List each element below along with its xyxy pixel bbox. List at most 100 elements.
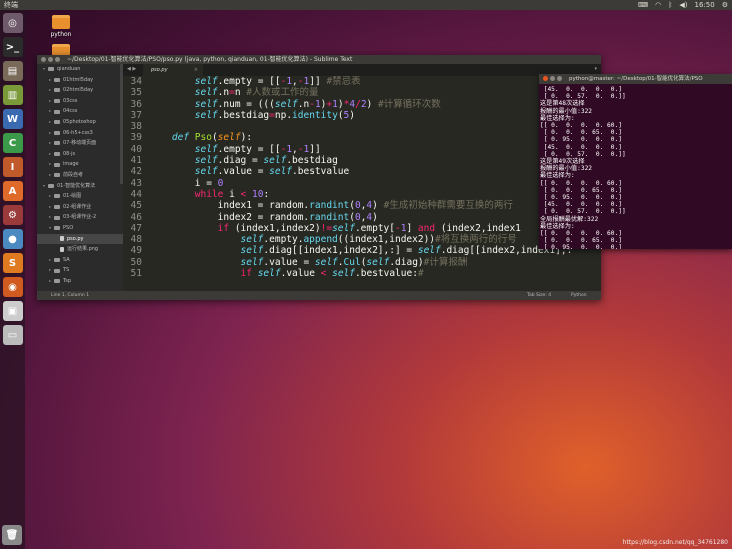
folder-icon — [54, 257, 60, 262]
terminal-line: [ 0. 95. 0. 0. 0.] — [540, 136, 622, 144]
sidebar-item[interactable]: ▸ 07-移动端页面 — [37, 138, 123, 149]
dash-icon[interactable]: ◎ — [2, 13, 23, 33]
folder-icon — [54, 215, 60, 220]
code-line[interactable]: 41 self.diag = self.bestdiag — [123, 155, 601, 166]
trash-icon[interactable]: 🗑 — [2, 525, 22, 545]
book-icon[interactable]: ▥ — [2, 85, 23, 105]
tab-size[interactable]: Tab Size: 4 — [527, 291, 551, 300]
sidebar-item[interactable]: ▸ 02html5day — [37, 85, 123, 96]
sidebar-item[interactable]: ▸ 02-组课作业 — [37, 202, 123, 213]
code-line[interactable]: 42 self.value = self.bestvalue — [123, 166, 601, 177]
folder-icon — [54, 194, 60, 199]
clock[interactable]: 16:50 — [695, 0, 715, 10]
terminal-output[interactable]: [45. 0. 0. 0. 0.] [ 0. 0. 57. 0. 0.]] 这是第… — [539, 84, 732, 249]
maximize-icon[interactable] — [557, 76, 562, 81]
code-line[interactable]: 44 while i < 10: — [123, 189, 601, 200]
sidebar-item[interactable]: ▸ image — [37, 159, 123, 170]
software-icon[interactable]: A — [2, 181, 23, 201]
terminal-line: 全局报酬最优解:322 — [540, 215, 599, 223]
terminal-line: [ 0. 0. 0. 65. 0.] — [540, 186, 622, 194]
minimize-icon[interactable] — [550, 76, 555, 81]
sidebar-item[interactable]: ▸ 03css — [37, 96, 123, 107]
files-icon[interactable]: ▤ — [2, 61, 23, 81]
calc-icon[interactable]: C — [2, 133, 23, 153]
code-line[interactable]: 46 index2 = random.randint(0,4) — [123, 212, 601, 223]
sidebar-item[interactable]: ▸ 前段自考 — [37, 170, 123, 181]
tab-label: pso.py — [151, 67, 168, 73]
code-line[interactable]: 43 i = 0 — [123, 178, 601, 189]
code-line[interactable]: 50 self.value = self.Cul(self.diag)#计算报酬 — [123, 257, 601, 268]
chrome-icon[interactable]: ● — [2, 229, 23, 249]
sidebar-item[interactable]: ▸ Tsp — [37, 276, 123, 287]
close-icon[interactable] — [41, 57, 46, 62]
sublime-icon[interactable]: S — [2, 253, 23, 273]
sidebar-item[interactable]: ▸ 03-组课作业-2 — [37, 212, 123, 223]
folder-icon — [54, 141, 60, 146]
firefox-icon[interactable]: ◉ — [2, 277, 23, 297]
terminal-line: [45. 0. 0. 0. 0.] — [540, 201, 622, 209]
sidebar-item[interactable]: ▾ qianduan — [37, 64, 123, 75]
editor[interactable]: ◀ ▶ pso.py × ▾ 34 self.empty = [[-1,-1]]… — [123, 64, 601, 291]
code-line[interactable]: 36 self.num = (((self.n-1)+1)*4/2) #计算循环… — [123, 99, 601, 110]
code-line[interactable]: 47 if (index1,index2)!=self.empty[-1] an… — [123, 223, 601, 234]
bluetooth-icon[interactable]: ᛒ — [668, 0, 672, 10]
sidebar-item[interactable]: ▾ PSO — [37, 223, 123, 234]
code-line[interactable]: 39 def Pso(self): — [123, 132, 601, 143]
drive-icon[interactable]: ▭ — [2, 325, 23, 345]
sublime-titlebar[interactable]: ~/Desktop/01-智能优化算法/PSO/pso.py (java, py… — [37, 55, 601, 64]
line-number: 51 — [130, 268, 142, 280]
code-line[interactable]: 48 self.empty.append((index1,index2))#将互… — [123, 234, 601, 245]
sidebar-item[interactable]: ▸ 05photoshop — [37, 117, 123, 128]
code-line[interactable]: 40 self.empty = [[-1,-1]] — [123, 144, 601, 155]
chevron-down-icon[interactable]: ▾ — [594, 66, 597, 72]
terminal-line: [[ 0. 0. 0. 0. 60.] — [540, 122, 622, 130]
code-line[interactable]: 38 — [123, 121, 601, 132]
terminal-titlebar[interactable]: python@master: ~/Desktop/01-智能优化算法/PSO — [539, 74, 732, 84]
sidebar-item[interactable]: ▸ 01html5day — [37, 75, 123, 86]
code-text: self.diag = self.bestdiag — [194, 155, 338, 167]
code-line[interactable]: 34 self.empty = [[-1,-1]] #禁忌表 — [123, 76, 601, 87]
impress-icon[interactable]: I — [2, 157, 23, 177]
tab-nav-arrows-icon[interactable]: ◀ ▶ — [127, 66, 136, 72]
volume-icon[interactable]: ◀) — [679, 0, 687, 10]
sidebar-item[interactable]: ▸ 04css — [37, 106, 123, 117]
sidebar-item-label: 02html5day — [63, 87, 94, 94]
folder-icon — [54, 279, 60, 284]
keyboard-icon[interactable]: ⌨ — [638, 0, 648, 10]
sidebar-item[interactable]: ▸ 06-h5+css3 — [37, 128, 123, 139]
sidebar-item-label: 07-移动端页面 — [63, 140, 97, 147]
maximize-icon[interactable] — [55, 57, 60, 62]
watermark: https://blog.csdn.net/qq_34761280 — [622, 539, 728, 546]
folder-icon — [54, 162, 60, 167]
writer-icon[interactable]: W — [2, 109, 23, 129]
code-area[interactable]: 34 self.empty = [[-1,-1]] #禁忌表 35 self.n=… — [123, 76, 601, 291]
sidebar-item[interactable]: ▸ TS — [37, 265, 123, 276]
folder-icon — [54, 268, 60, 273]
settings-icon[interactable]: ⚙ — [2, 205, 23, 225]
syntax-selector[interactable]: Python — [571, 291, 587, 300]
wifi-icon[interactable]: ◠ — [655, 0, 661, 10]
floppy-icon[interactable]: ▣ — [2, 301, 23, 321]
sidebar-item[interactable]: ▾ 01-智能优化算法 — [37, 181, 123, 192]
sidebar-item[interactable]: 运行结果.png — [37, 244, 123, 255]
sidebar-item[interactable]: ▸ 08-js — [37, 149, 123, 160]
close-icon[interactable]: × — [194, 64, 198, 76]
minimize-icon[interactable] — [48, 57, 53, 62]
code-line[interactable]: 45 index1 = random.randint(0,4) #生成初始种群需… — [123, 200, 601, 211]
line-number: 41 — [130, 155, 142, 167]
line-number: 47 — [130, 222, 142, 234]
sidebar-item[interactable]: ▸ 01-绘图 — [37, 191, 123, 202]
sidebar-item[interactable]: ▸ SA — [37, 255, 123, 266]
gear-icon[interactable]: ⚙ — [722, 0, 728, 10]
code-line[interactable]: 35 self.n=n #人数或工作的量 — [123, 87, 601, 98]
tab-pso-py[interactable]: pso.py × — [143, 64, 203, 76]
close-icon[interactable] — [543, 76, 548, 81]
sidebar-item[interactable]: pso.py — [37, 233, 123, 245]
code-text: def Pso(self): — [171, 132, 253, 144]
code-line[interactable]: 49 self.diag[[index1,index2],:] = self.d… — [123, 245, 601, 256]
code-line[interactable]: 51 if self.value < self.bestvalue:# — [123, 268, 601, 279]
desktop-folder-python[interactable]: python — [47, 15, 75, 38]
code-text: index2 = random.randint(0,4) — [149, 211, 378, 223]
terminal-icon[interactable]: >_ — [2, 37, 23, 57]
code-line[interactable]: 37 self.bestdiag=np.identity(5) — [123, 110, 601, 121]
